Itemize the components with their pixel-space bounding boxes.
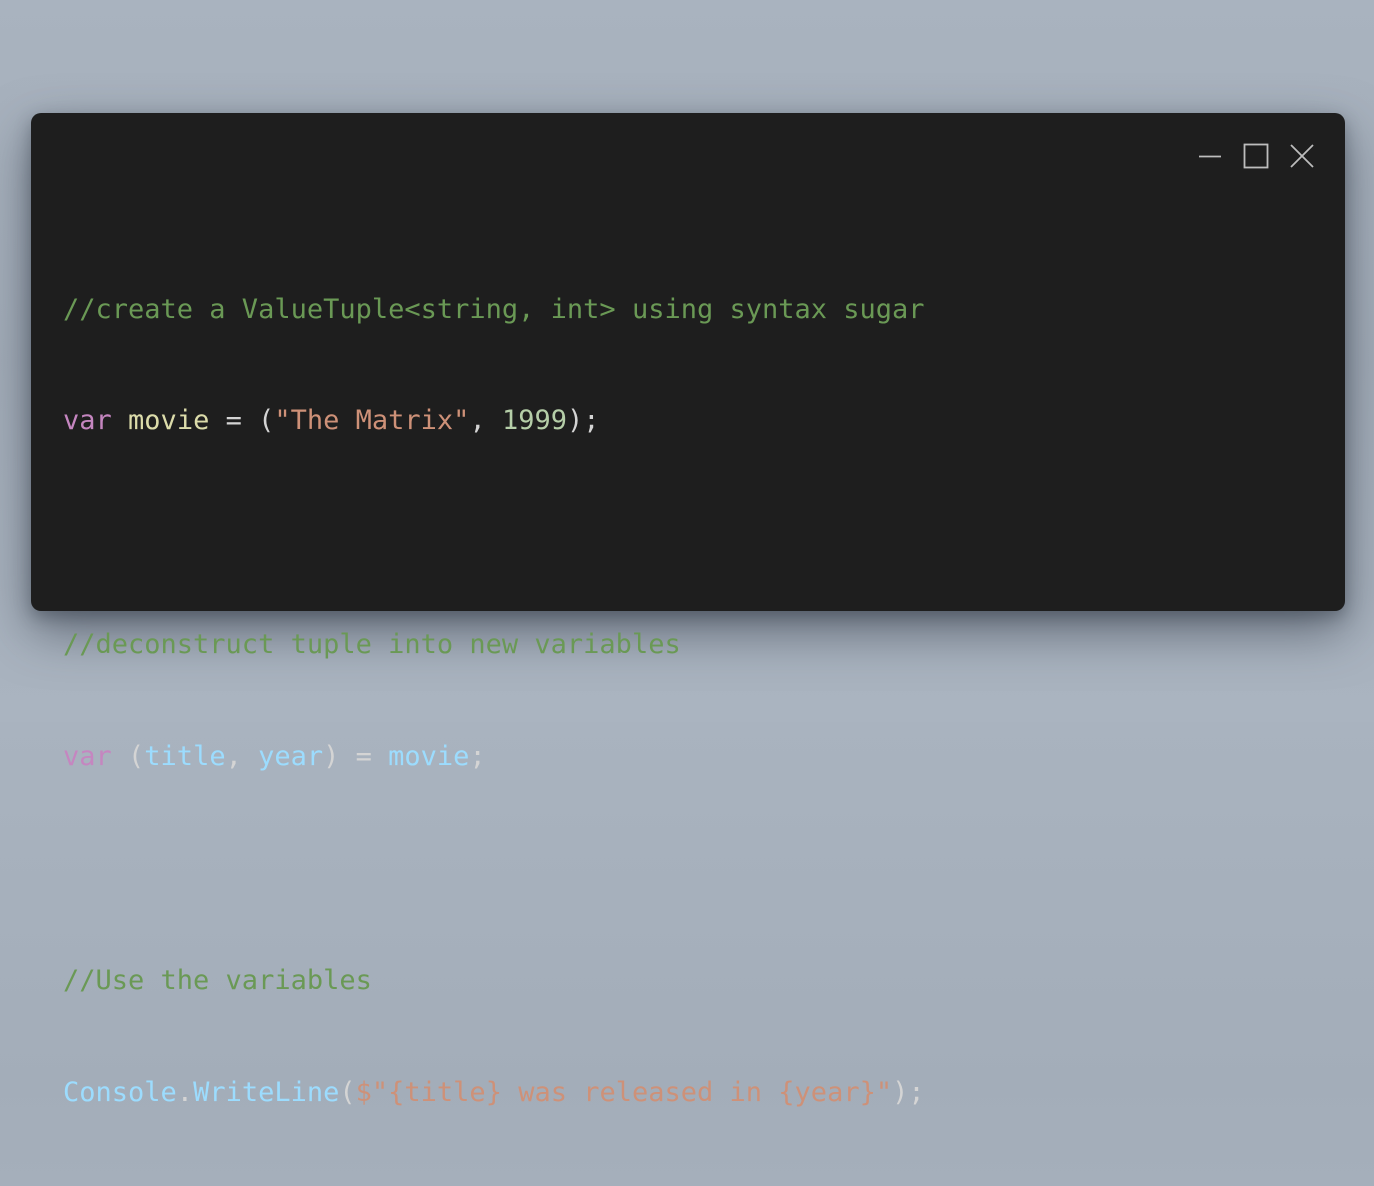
interpolation: {title} (388, 1076, 502, 1108)
number-literal: 1999 (501, 405, 567, 437)
string-literal: $" (355, 1076, 389, 1108)
class-name: Console (63, 1076, 177, 1108)
code-line-7: //Use the variables (63, 962, 925, 999)
punctuation: = ( (209, 405, 275, 437)
comment: //create a ValueTuple<string, int> using… (63, 293, 925, 325)
code-line-2: var movie = ("The Matrix", 1999); (63, 402, 925, 439)
method-name: WriteLine (193, 1076, 340, 1108)
punctuation: ( (339, 1076, 356, 1108)
close-icon[interactable] (1289, 143, 1315, 169)
code-line-1: //create a ValueTuple<string, int> using… (63, 291, 925, 328)
comment: //Use the variables (63, 964, 372, 996)
punctuation: , (225, 741, 259, 773)
punctuation: , (469, 405, 502, 437)
code-line-4: //deconstruct tuple into new variables (63, 626, 925, 663)
variable-name: title (144, 741, 226, 773)
variable-name: movie (388, 741, 470, 773)
string-literal: was released in (501, 1076, 779, 1108)
window-controls (1197, 143, 1315, 169)
string-literal: " (875, 1076, 893, 1108)
punctuation: ); (892, 1076, 925, 1108)
keyword: var (63, 405, 112, 437)
code-line-8: Console.WriteLine($"{title} was released… (63, 1074, 925, 1111)
punctuation: ); (566, 405, 600, 437)
variable-name: year (258, 741, 324, 773)
interpolation: {year} (778, 1076, 876, 1108)
punctuation: . (176, 1076, 194, 1108)
keyword: var (63, 741, 112, 773)
string-literal: "The Matrix" (274, 405, 470, 437)
comment: //deconstruct tuple into new variables (63, 629, 681, 661)
variable-name: movie (128, 405, 210, 437)
maximize-icon[interactable] (1243, 143, 1269, 169)
code-line-5: var (title, year) = movie; (63, 738, 925, 775)
punctuation: ; (469, 741, 486, 773)
punctuation: ) = (323, 741, 389, 773)
code-window: //create a ValueTuple<string, int> using… (31, 113, 1345, 1108)
code-block: //create a ValueTuple<string, int> using… (63, 216, 925, 1186)
punctuation: ( (111, 741, 145, 773)
minimize-icon[interactable] (1197, 143, 1223, 169)
